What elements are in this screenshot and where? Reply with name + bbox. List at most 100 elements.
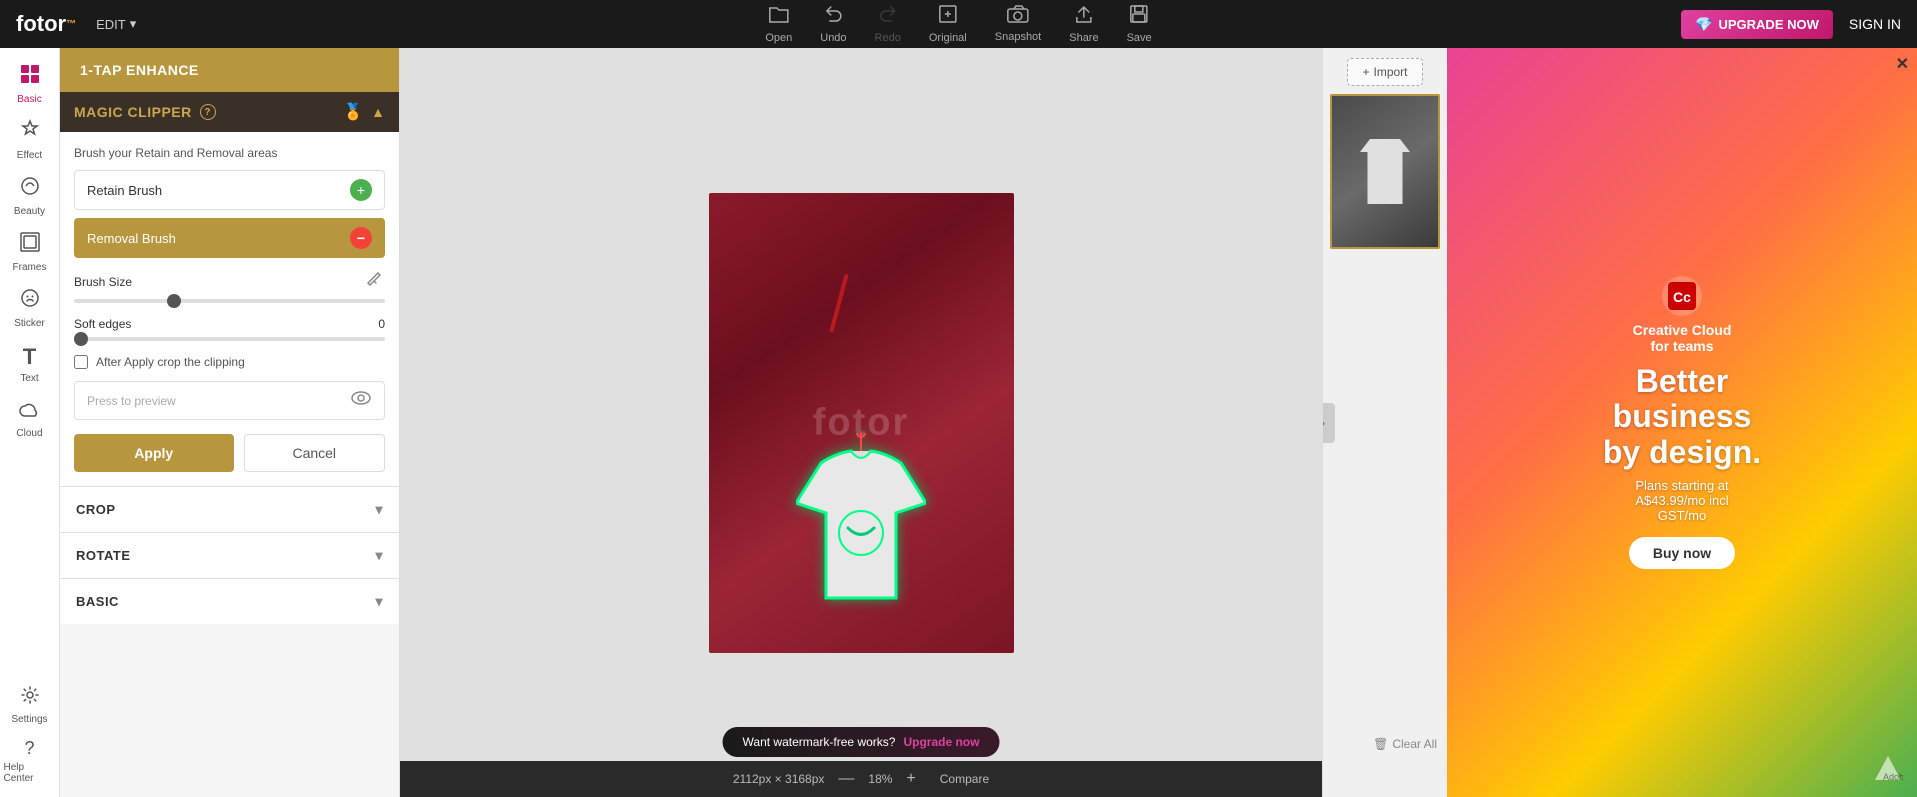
soft-edges-row: Soft edges 0 bbox=[74, 317, 385, 331]
soft-edges-label: Soft edges bbox=[74, 317, 131, 331]
magic-clipper-collapse-icon[interactable]: ▲ bbox=[371, 104, 385, 120]
ad-buy-button[interactable]: Buy now bbox=[1629, 537, 1735, 569]
upgrade-label: UPGRADE NOW bbox=[1718, 17, 1818, 32]
original-label: Original bbox=[929, 32, 967, 44]
sidebar-item-sticker[interactable]: Sticker bbox=[4, 282, 56, 334]
help-icon: ? bbox=[24, 738, 34, 759]
preview-row[interactable]: Press to preview bbox=[74, 381, 385, 420]
basic-icon bbox=[19, 63, 41, 91]
brush-stroke bbox=[829, 273, 848, 332]
crop-checkbox[interactable] bbox=[74, 355, 88, 369]
edit-chevron-icon: ▾ bbox=[130, 16, 137, 32]
save-tool[interactable]: Save bbox=[1127, 4, 1152, 44]
magic-clipper-title: MAGIC CLIPPER ? bbox=[74, 104, 216, 120]
share-label: Share bbox=[1069, 32, 1098, 44]
preview-eye-icon[interactable] bbox=[350, 390, 372, 411]
import-button[interactable]: + Import bbox=[1347, 58, 1422, 86]
removal-brush-option[interactable]: Removal Brush − bbox=[74, 218, 385, 258]
canvas-image[interactable]: fotor bbox=[709, 193, 1014, 653]
cloud-label: Cloud bbox=[16, 428, 42, 439]
sticker-icon bbox=[19, 287, 41, 315]
crop-checkbox-row: After Apply crop the clipping bbox=[74, 355, 385, 369]
basic-accordion-header[interactable]: BASIC ▾ bbox=[60, 579, 399, 624]
thumb-inner bbox=[1332, 96, 1438, 247]
ad-headline-3: by design. bbox=[1603, 434, 1761, 470]
brush-size-slider[interactable] bbox=[74, 299, 385, 303]
redo-icon bbox=[878, 4, 898, 29]
sidebar-item-frames[interactable]: Frames bbox=[4, 226, 56, 278]
cc-icon: Cc bbox=[1662, 276, 1702, 316]
canvas-image-wrapper: fotor bbox=[709, 193, 1014, 653]
sidebar-item-cloud[interactable]: Cloud bbox=[4, 394, 56, 446]
logo-dot: ™ bbox=[66, 19, 76, 30]
compare-button[interactable]: Compare bbox=[940, 772, 989, 786]
soft-edges-slider[interactable] bbox=[74, 337, 385, 341]
tshirt-container bbox=[796, 433, 926, 603]
trash-icon: 🗑 bbox=[1373, 737, 1388, 751]
rotate-accordion-header[interactable]: ROTATE ▾ bbox=[60, 533, 399, 578]
crop-accordion-header[interactable]: CROP ▾ bbox=[60, 487, 399, 532]
zoom-percent: 18% bbox=[868, 772, 892, 786]
apply-button[interactable]: Apply bbox=[74, 434, 234, 472]
signin-button[interactable]: SIGN IN bbox=[1849, 16, 1901, 32]
brush-instruction: Brush your Retain and Removal areas bbox=[74, 146, 385, 160]
crop-checkbox-label: After Apply crop the clipping bbox=[96, 355, 245, 369]
zoom-in-button[interactable]: + bbox=[906, 770, 915, 788]
cancel-button[interactable]: Cancel bbox=[244, 434, 386, 472]
tshirt-svg bbox=[796, 433, 926, 603]
thumb-shirt bbox=[1360, 139, 1410, 204]
share-tool[interactable]: Share bbox=[1069, 4, 1098, 44]
canvas-area: fotor bbox=[400, 48, 1322, 797]
thumbnail-preview[interactable] bbox=[1330, 94, 1440, 249]
sidebar-item-beauty[interactable]: Beauty bbox=[4, 170, 56, 222]
zoom-out-button[interactable]: — bbox=[838, 770, 854, 788]
zoom-bar: 2112px × 3168px — 18% + Compare bbox=[400, 761, 1322, 797]
svg-text:Adobe: Adobe bbox=[1883, 772, 1903, 782]
magic-clipper-body: Brush your Retain and Removal areas Reta… bbox=[60, 132, 399, 486]
soft-edges-thumb[interactable] bbox=[74, 332, 88, 346]
ad-close-button[interactable]: ✕ bbox=[1896, 54, 1909, 74]
open-icon bbox=[768, 4, 790, 29]
retain-brush-option[interactable]: Retain Brush + bbox=[74, 170, 385, 210]
sidebar-item-basic[interactable]: Basic bbox=[4, 58, 56, 110]
snapshot-icon bbox=[1007, 5, 1029, 28]
edit-menu[interactable]: EDIT ▾ bbox=[96, 16, 136, 32]
ad-subtext: Plans starting atA$43.99/mo inclGST/mo bbox=[1635, 478, 1728, 523]
action-buttons: Apply Cancel bbox=[74, 434, 385, 472]
one-tap-enhance-button[interactable]: 1-TAP ENHANCE bbox=[60, 48, 399, 92]
settings-icon bbox=[20, 685, 40, 711]
basic-accordion: BASIC ▾ bbox=[60, 578, 399, 624]
save-label: Save bbox=[1127, 32, 1152, 44]
sidebar-item-effect[interactable]: Effect bbox=[4, 114, 56, 166]
ad-headline-1: Better bbox=[1636, 363, 1728, 399]
upgrade-bar: Want watermark-free works? Upgrade now bbox=[723, 727, 1000, 757]
sidebar-item-settings[interactable]: Settings bbox=[4, 679, 56, 731]
undo-tool[interactable]: Undo bbox=[820, 4, 846, 44]
upgrade-bar-link[interactable]: Upgrade now bbox=[903, 735, 979, 749]
magic-clipper-help-button[interactable]: ? bbox=[200, 104, 216, 120]
effect-label: Effect bbox=[17, 150, 42, 161]
undo-icon bbox=[823, 4, 843, 29]
ad-area: ✕ Cc Creative Cloud for teams Better bus… bbox=[1447, 48, 1917, 797]
right-panel-collapse-icon[interactable]: › bbox=[1322, 403, 1335, 443]
upgrade-button[interactable]: 💎 UPGRADE NOW bbox=[1681, 10, 1833, 39]
snapshot-tool[interactable]: Snapshot bbox=[995, 5, 1041, 43]
open-label: Open bbox=[765, 32, 792, 44]
side-panel: 1-TAP ENHANCE MAGIC CLIPPER ? 🏅 ▲ Brush … bbox=[60, 48, 400, 797]
clear-all-button[interactable]: 🗑 Clear All bbox=[1373, 737, 1437, 751]
removal-brush-icon: − bbox=[350, 227, 372, 249]
ad-adobe-logo: Adobe bbox=[1873, 754, 1903, 787]
original-tool[interactable]: Original bbox=[929, 4, 967, 44]
sidebar-bottom: Settings ? Help Center bbox=[4, 679, 56, 787]
cc-name: Creative Cloud bbox=[1633, 322, 1732, 338]
cc-tagline-label: for teams bbox=[1650, 338, 1713, 354]
basic-chevron-icon: ▾ bbox=[375, 593, 383, 610]
brush-size-thumb[interactable] bbox=[167, 294, 181, 308]
magic-clipper-label: MAGIC CLIPPER bbox=[74, 104, 192, 120]
eraser-icon[interactable] bbox=[367, 270, 385, 293]
sidebar-item-help[interactable]: ? Help Center bbox=[4, 735, 56, 787]
svg-text:Cc: Cc bbox=[1673, 289, 1691, 305]
open-tool[interactable]: Open bbox=[765, 4, 792, 44]
beauty-label: Beauty bbox=[14, 206, 45, 217]
sidebar-item-text[interactable]: T Text bbox=[4, 338, 56, 390]
